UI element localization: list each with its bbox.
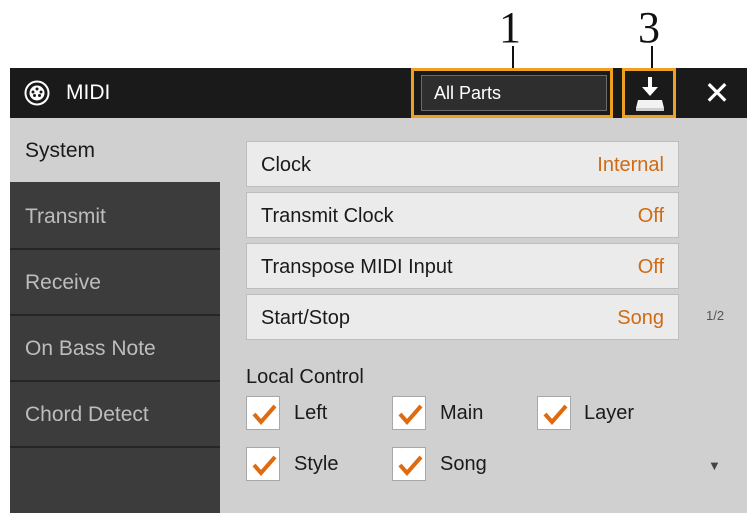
checkmark-icon bbox=[543, 404, 568, 426]
close-icon[interactable]: ✕ bbox=[701, 77, 733, 109]
callout-3-line bbox=[651, 46, 653, 68]
tab-transmit[interactable]: Transmit bbox=[10, 184, 220, 250]
checkmark-icon bbox=[398, 455, 423, 477]
setting-row-transmit-clock[interactable]: Transmit Clock Off bbox=[246, 192, 679, 238]
setting-row-start-stop[interactable]: Start/Stop Song bbox=[246, 294, 679, 340]
checkbox-song-label: Song bbox=[440, 453, 487, 475]
checkbox-left[interactable] bbox=[246, 396, 280, 430]
page-indicator: 1/2 bbox=[706, 308, 725, 323]
local-control-label: Local Control bbox=[246, 366, 364, 388]
tab-on-bass-note[interactable]: On Bass Note bbox=[10, 316, 220, 382]
setting-value: Off bbox=[637, 205, 664, 227]
setting-label: Clock bbox=[261, 154, 312, 176]
setting-label: Start/Stop bbox=[261, 307, 350, 329]
setting-row-clock[interactable]: Clock Internal bbox=[246, 141, 679, 187]
checkbox-song[interactable] bbox=[392, 447, 426, 481]
setting-label: Transmit Clock bbox=[261, 205, 394, 227]
tab-receive[interactable]: Receive bbox=[10, 250, 220, 316]
tab-system[interactable]: System bbox=[10, 118, 220, 182]
scroll-down-icon[interactable]: ▼ bbox=[708, 458, 721, 473]
checkbox-style-label: Style bbox=[294, 453, 339, 475]
setting-label: Transpose MIDI Input bbox=[261, 256, 453, 278]
callout-1: 1 bbox=[499, 3, 521, 52]
save-icon[interactable] bbox=[634, 74, 666, 112]
window-title: MIDI bbox=[66, 81, 111, 104]
checkbox-main[interactable] bbox=[392, 396, 426, 430]
callout-1-line bbox=[512, 46, 514, 68]
setting-value: Off bbox=[637, 256, 664, 278]
setting-value: Internal bbox=[597, 154, 664, 176]
setting-value: Song bbox=[617, 307, 664, 329]
checkbox-style[interactable] bbox=[246, 447, 280, 481]
setting-row-transpose-midi-input[interactable]: Transpose MIDI Input Off bbox=[246, 243, 679, 289]
checkmark-icon bbox=[398, 404, 423, 426]
checkbox-layer[interactable] bbox=[537, 396, 571, 430]
callout-3: 3 bbox=[638, 3, 660, 52]
checkbox-left-label: Left bbox=[294, 402, 328, 424]
checkmark-icon bbox=[252, 404, 277, 426]
midi-icon bbox=[24, 80, 50, 106]
part-selector[interactable]: All Parts bbox=[421, 75, 607, 111]
checkbox-layer-label: Layer bbox=[584, 402, 635, 424]
checkmark-icon bbox=[252, 455, 277, 477]
tab-chord-detect[interactable]: Chord Detect bbox=[10, 382, 220, 448]
checkbox-main-label: Main bbox=[440, 402, 484, 424]
